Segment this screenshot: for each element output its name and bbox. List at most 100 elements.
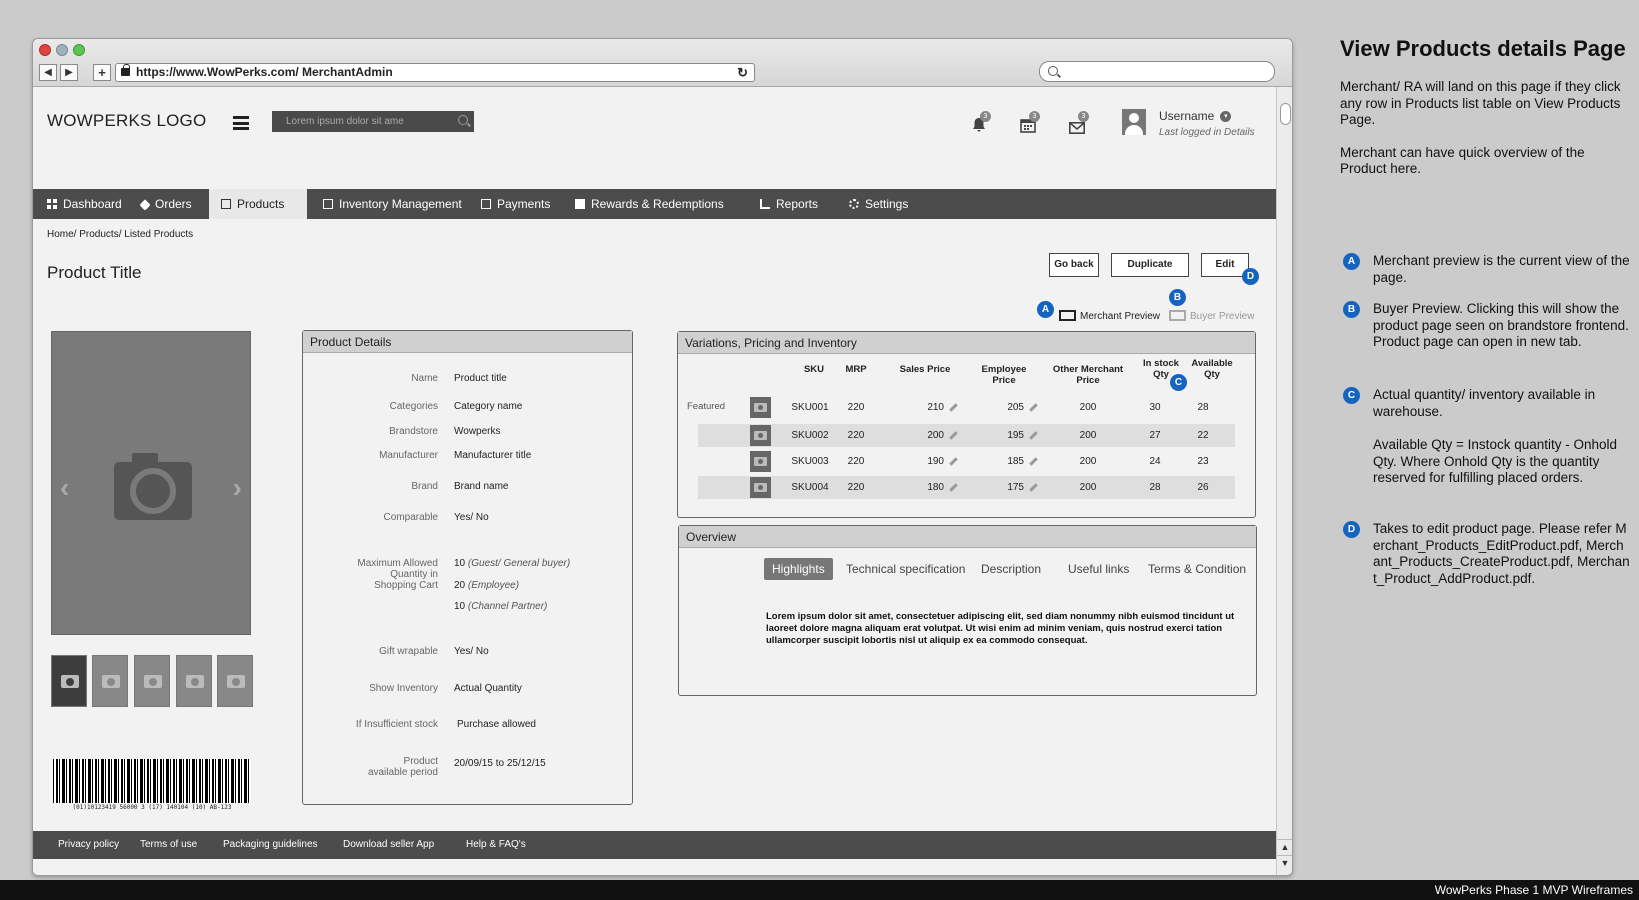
merchant-preview-toggle[interactable]: Merchant Preview [1059,310,1160,322]
camera-icon [114,453,192,520]
nav-item-settings[interactable]: Settings [837,189,921,219]
calendar-icon[interactable]: 3 [1020,111,1040,133]
site-search-input[interactable]: Lorem ipsum dolor sit ame [272,111,474,132]
footer-link-download-seller-app[interactable]: Download seller App [343,831,434,859]
pencil-icon[interactable] [1029,483,1038,492]
product-details-panel: Product Details Name Product title Categ… [302,330,633,805]
avatar[interactable] [1122,109,1146,135]
inventory-icon [323,199,333,209]
overview-panel: Overview Highlights Technical specificat… [678,525,1257,696]
camera-icon [750,451,771,472]
overview-text: Lorem ipsum dolor sit amet, consectetuer… [766,611,1235,646]
payments-icon [481,199,491,209]
nav-item-dashboard[interactable]: Dashboard [35,189,129,219]
address-bar[interactable]: https://www.WowPerks.com/ MerchantAdmin … [115,63,755,82]
pencil-icon[interactable] [949,403,958,412]
footer-link-terms-of-use[interactable]: Terms of use [140,831,197,859]
annotation-marker-d: D [1343,521,1360,538]
tab-description[interactable]: Description [981,558,1041,580]
browser-window: ◀ ▶ + https://www.WowPerks.com/ Merchant… [32,38,1293,876]
site-footer: Privacy policy Terms of use Packaging gu… [33,831,1276,859]
tab-useful-links[interactable]: Useful links [1068,558,1129,580]
pencil-icon[interactable] [1029,457,1038,466]
page-content: WOWPERKS LOGO Lorem ipsum dolor sit ame … [33,87,1276,875]
search-icon[interactable] [458,115,468,125]
pencil-icon[interactable] [949,457,958,466]
nav-item-rewards-redemptions[interactable]: Rewards & Redemptions [563,189,739,219]
footer-link-packaging-guidelines[interactable]: Packaging guidelines [223,831,318,859]
chart-icon [760,199,770,209]
camera-icon [61,675,79,688]
thumbnail[interactable] [92,655,128,707]
column-header-sales-price: Sales Price [899,364,951,375]
thumbnail[interactable] [134,655,170,707]
mail-icon[interactable]: 3 [1069,111,1089,137]
notes-paragraph: Merchant/ RA will land on this page if t… [1340,79,1621,127]
nav-item-orders[interactable]: Orders [129,189,205,219]
scrollbar-thumb[interactable] [1280,103,1291,125]
merchant-preview-checkbox[interactable] [1059,310,1076,321]
chevron-down-icon[interactable]: ▾ [1220,111,1232,123]
nav-item-products[interactable]: Products [209,189,307,219]
tab-highlights[interactable]: Highlights [764,558,833,580]
table-row[interactable]: SKU004 220 180 175 200 28 26 [698,476,1235,499]
minimize-window-button[interactable] [56,44,68,56]
gear-icon [849,199,859,209]
username-dropdown[interactable]: Username ▾ [1159,109,1232,123]
thumbnail[interactable] [217,655,253,707]
search-icon [1048,66,1058,76]
duplicate-button[interactable]: Duplicate [1111,253,1189,277]
annotation-marker-d: D [1242,268,1259,285]
buyer-preview-checkbox[interactable] [1169,310,1186,321]
breadcrumb[interactable]: Home/ Products/ Listed Products [47,229,193,240]
reload-icon[interactable]: ↻ [737,64,748,81]
scroll-up-arrow[interactable]: ▲ [1277,839,1292,854]
thumbnail[interactable] [176,655,212,707]
chevron-left-icon[interactable]: ‹ [60,472,69,504]
scroll-down-arrow[interactable]: ▼ [1277,855,1292,870]
vertical-scrollbar[interactable]: ▲ ▼ [1276,87,1292,875]
table-row[interactable]: SKU003 220 190 185 200 24 23 [698,450,1235,473]
chevron-right-icon[interactable]: › [233,472,242,504]
pencil-icon[interactable] [949,483,958,492]
maximize-window-button[interactable] [73,44,85,56]
nav-item-reports[interactable]: Reports [748,189,828,219]
nav-item-payments[interactable]: Payments [469,189,559,219]
forward-button[interactable]: ▶ [60,64,78,81]
camera-icon [750,425,771,446]
table-row[interactable]: SKU002 220 200 195 200 27 22 [698,424,1235,447]
buyer-preview-toggle[interactable]: Buyer Preview [1169,310,1254,322]
new-tab-button[interactable]: + [93,64,111,81]
camera-icon [750,477,771,498]
pencil-icon[interactable] [1029,403,1038,412]
annotation-marker-b: B [1343,301,1360,318]
site-logo[interactable]: WOWPERKS LOGO [47,111,206,131]
notification-count-badge: 3 [980,111,991,122]
column-header-employee-price: Employee Price [981,364,1027,386]
box-icon [221,199,231,209]
footer-link-help-faqs[interactable]: Help & FAQ's [466,831,526,859]
product-image-viewer: ‹ › [51,331,251,635]
pencil-icon[interactable] [949,431,958,440]
bell-icon[interactable]: 3 [971,111,991,133]
footer-link-privacy-policy[interactable]: Privacy policy [58,831,119,859]
nav-item-inventory-management[interactable]: Inventory Management [311,189,467,219]
pencil-icon[interactable] [1029,431,1038,440]
camera-icon [227,675,245,688]
column-header-mrp: MRP [845,364,867,375]
calendar-count-badge: 3 [1029,111,1040,122]
back-button[interactable]: ◀ [39,64,57,81]
page-title: Product Title [47,263,142,282]
mail-count-badge: 3 [1078,111,1089,122]
table-row[interactable]: SKU001 220 210 205 200 30 28 [698,396,1235,419]
menu-icon[interactable] [233,116,249,130]
annotation-text: Takes to edit product page. Please refer… [1373,521,1630,586]
go-back-button[interactable]: Go back [1049,253,1099,277]
thumbnail[interactable] [51,655,87,707]
tab-terms-condition[interactable]: Terms & Condition [1148,558,1246,580]
close-window-button[interactable] [39,44,51,56]
tab-technical-specification[interactable]: Technical specification [846,558,965,580]
annotation-text: Actual quantity/ inventory available in … [1373,387,1596,419]
gift-icon [575,199,585,209]
browser-search-input[interactable] [1039,61,1275,82]
